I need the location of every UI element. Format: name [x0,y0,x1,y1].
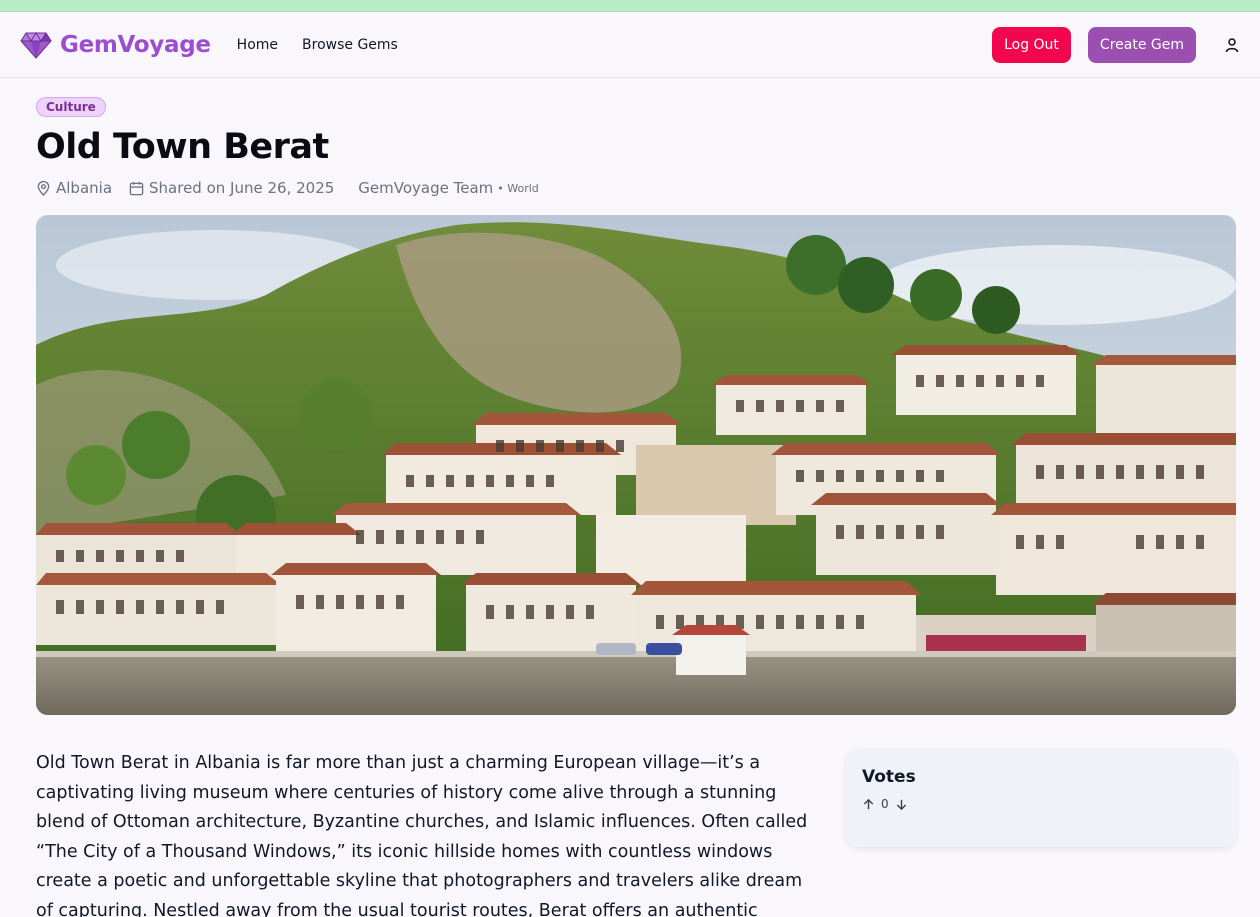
calendar-icon [129,181,144,195]
brand-logo[interactable]: GemVoyage [20,31,211,59]
shared-date-text: Shared on June 26, 2025 [149,179,335,197]
user-icon[interactable] [1224,37,1240,53]
location-text: Albania [56,179,113,197]
vote-count: 0 [881,797,889,811]
gem-hero-image [36,215,1236,715]
votes-card: Votes 0 [846,749,1236,847]
logout-button[interactable]: Log Out [992,26,1071,63]
arrow-down-icon[interactable] [895,798,908,811]
top-banner-strip [0,0,1260,12]
brand-name: GemVoyage [60,31,211,58]
berat-town-photo [36,215,1236,715]
date-meta: Shared on June 26, 2025 [129,179,334,197]
map-pin-icon [37,180,50,196]
gem-icon [20,31,52,59]
create-gem-button[interactable]: Create Gem [1087,26,1196,63]
author-name[interactable]: GemVoyage Team [358,179,493,197]
gem-body: Old Town Berat in Albania is far more th… [36,749,1236,917]
author-region: • World [497,181,539,195]
nav-home-link[interactable]: Home [237,37,278,53]
votes-controls: 0 [862,797,1220,811]
gem-title: Old Town Berat [36,127,329,167]
location-meta: Albania [36,179,112,197]
gem-description: Old Town Berat in Albania is far more th… [36,753,808,917]
nav-browse-gems-link[interactable]: Browse Gems [302,37,398,53]
gem-meta: Albania Shared on June 26, 2025 GemVoyag… [36,179,1236,197]
arrow-up-icon[interactable] [862,798,875,811]
gem-detail: Culture Old Town Berat Albania Shared on… [0,78,1260,917]
votes-title: Votes [862,767,916,787]
category-badge: Culture [36,97,106,117]
navbar: GemVoyage Home Browse Gems Log Out Creat… [0,12,1260,78]
